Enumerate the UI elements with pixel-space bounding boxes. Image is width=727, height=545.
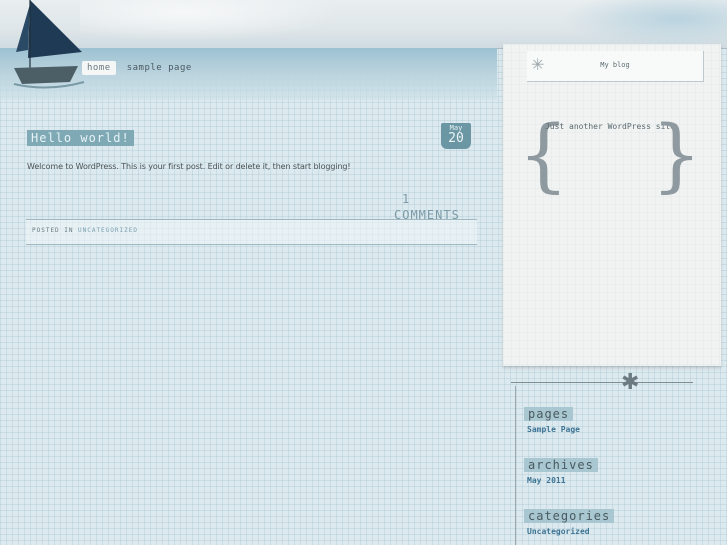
banner-watercolor-right — [560, 0, 727, 48]
divider — [511, 382, 693, 383]
blog-title[interactable]: My blog — [527, 61, 703, 69]
widget-title-archives: archives — [524, 458, 598, 472]
post-title[interactable]: Hello world! — [27, 130, 134, 146]
sidebar-panel — [503, 44, 721, 366]
main-nav: home sample page — [82, 61, 197, 75]
date-day: 20 — [448, 131, 464, 146]
widget-link-sample-page[interactable]: Sample Page — [527, 425, 580, 434]
date-badge: May 20 — [441, 123, 471, 149]
category-link[interactable]: UNCATEGORIZED — [78, 227, 138, 234]
blog-description-box: { Just another WordPress site } — [518, 110, 702, 200]
nav-sample-page[interactable]: sample page — [122, 61, 197, 75]
widget-title-categories: categories — [524, 509, 615, 523]
post-content: Welcome to WordPress. This is your first… — [27, 162, 351, 171]
blog-title-card: ✳ My blog — [527, 51, 704, 82]
comments-count: 1 — [402, 192, 410, 206]
banner-watercolor — [80, 0, 340, 42]
divider-vertical — [515, 386, 516, 545]
post-meta: POSTED IN UNCATEGORIZED — [26, 219, 477, 245]
sailboat-icon — [13, 0, 85, 89]
right-brace-icon: } — [651, 108, 702, 201]
star-burst-icon: ✱ — [621, 370, 640, 395]
posted-in-label: POSTED IN — [32, 227, 74, 234]
nav-home[interactable]: home — [82, 61, 116, 75]
widget-title-pages: pages — [524, 407, 574, 421]
widget-link-may-2011[interactable]: May 2011 — [527, 476, 566, 485]
header-banner — [0, 0, 727, 49]
widget-link-uncategorized[interactable]: Uncategorized — [527, 527, 590, 536]
sidebar-widgets: ✱ pages Sample Page archives May 2011 ca… — [511, 370, 727, 545]
